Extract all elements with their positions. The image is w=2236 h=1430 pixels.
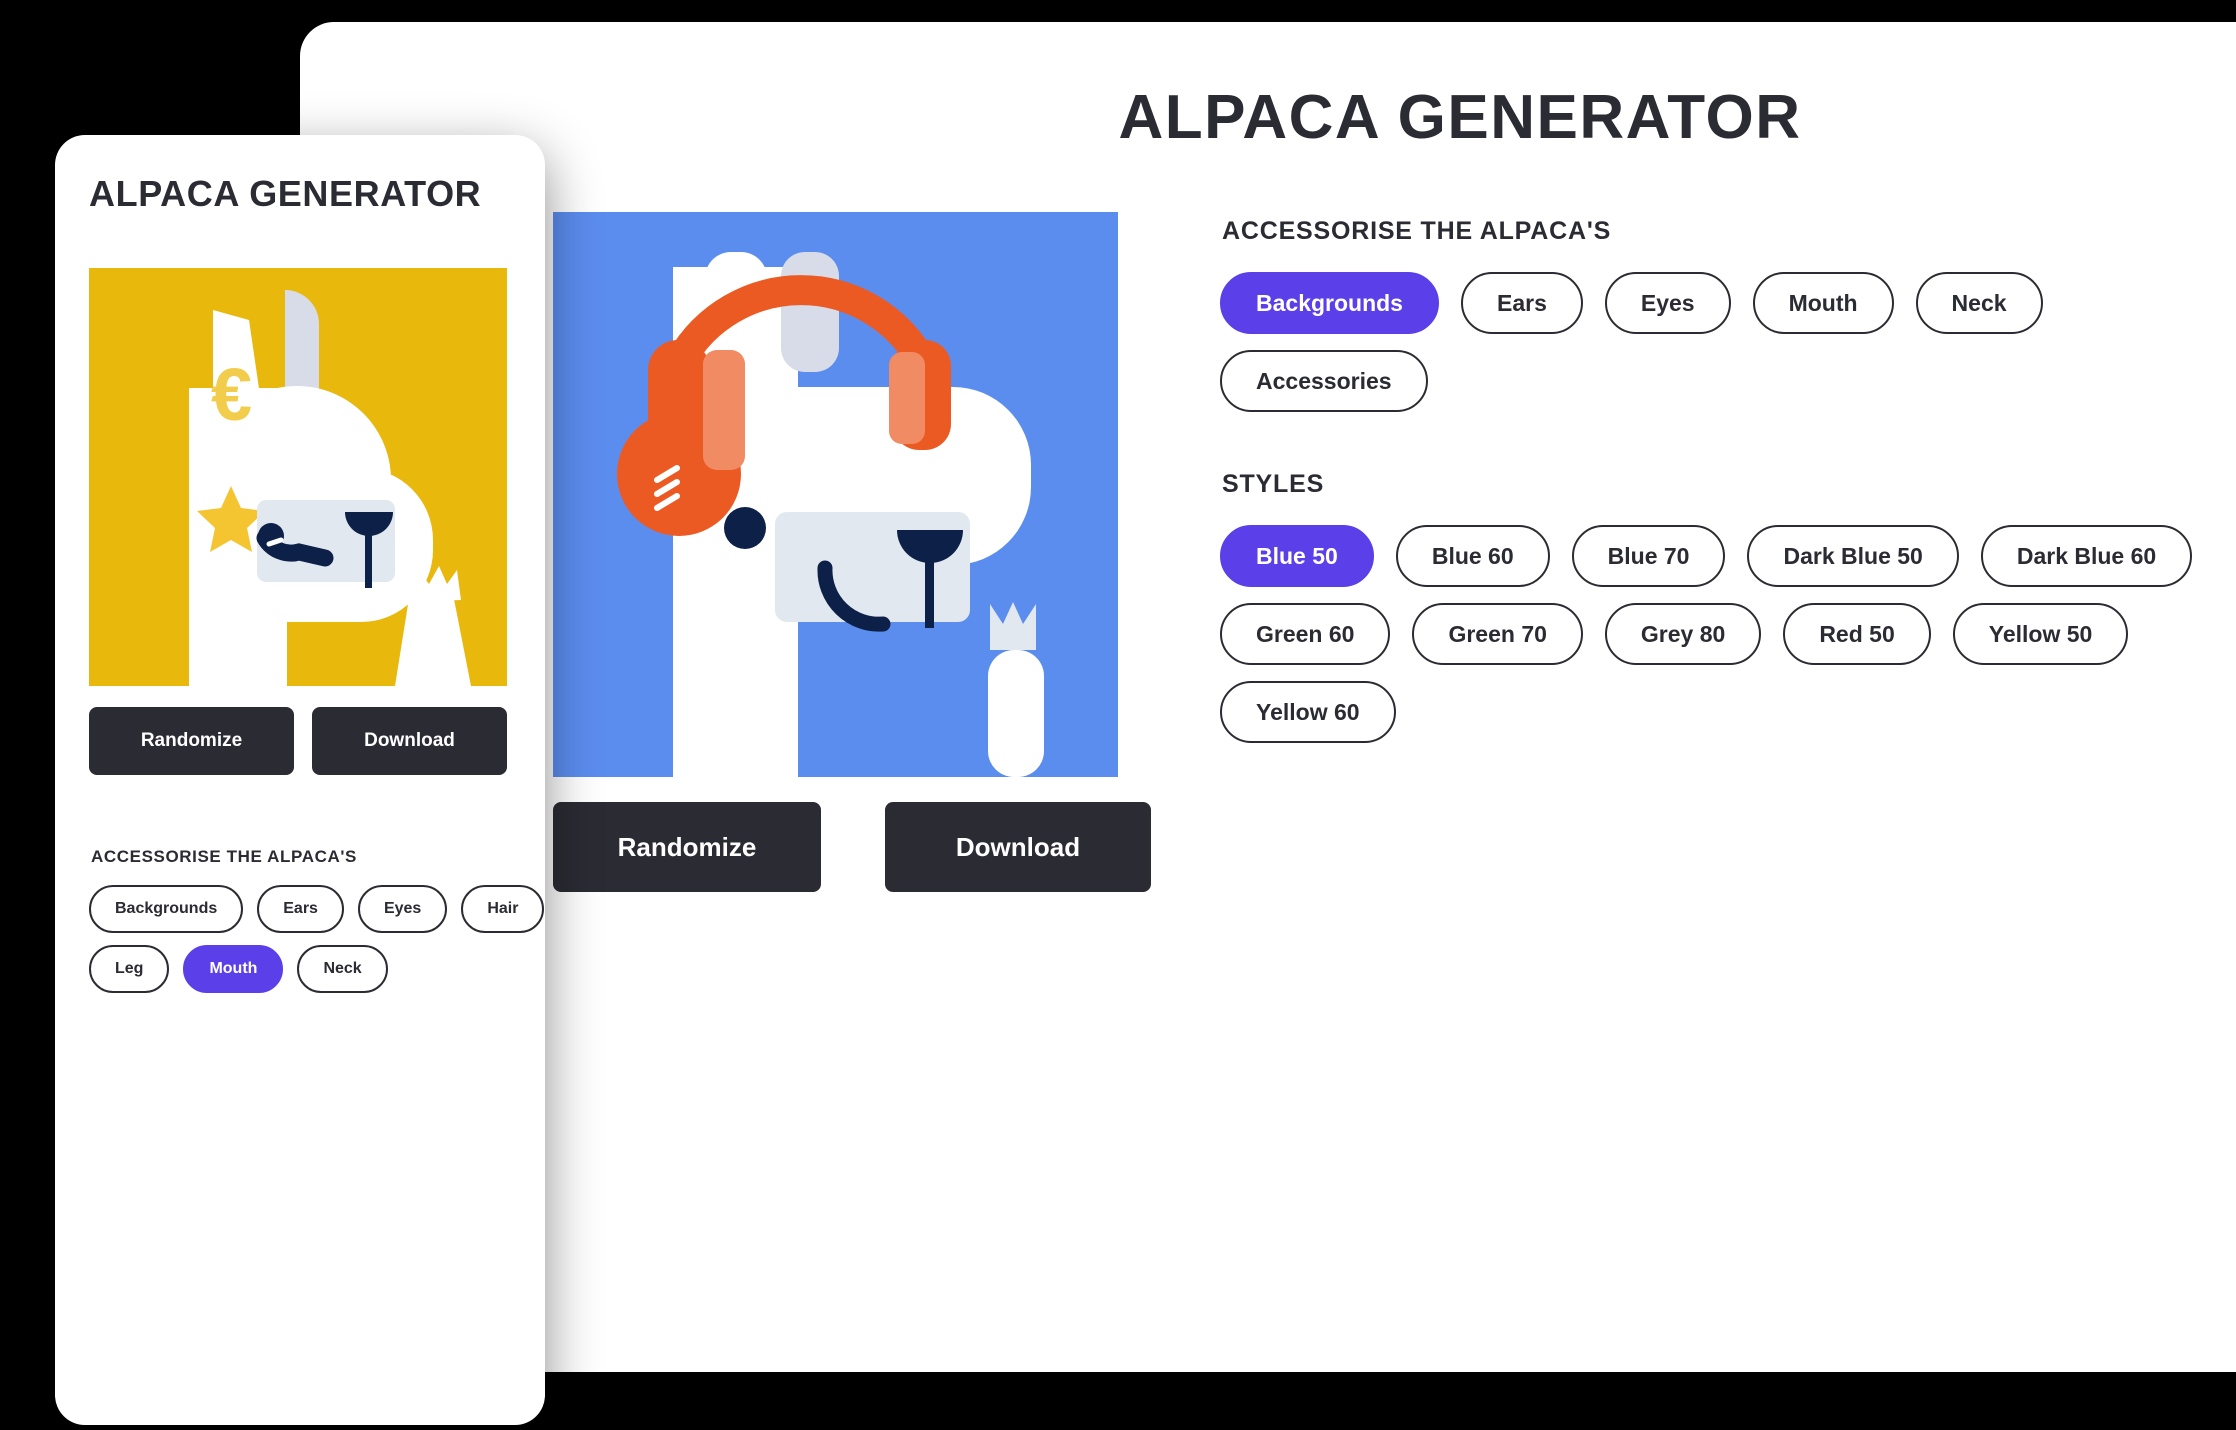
mobile-chip-hair[interactable]: Hair: [461, 885, 545, 933]
randomize-button[interactable]: Randomize: [553, 802, 821, 892]
mobile-controls-panel: ACCESSORISE THE ALPACA'S Backgrounds Ear…: [89, 847, 545, 993]
style-chip-dark-blue-50[interactable]: Dark Blue 50: [1747, 525, 1959, 587]
style-chip-blue-50[interactable]: Blue 50: [1220, 525, 1374, 587]
download-button[interactable]: Download: [885, 802, 1151, 892]
style-chip-green-60[interactable]: Green 60: [1220, 603, 1391, 665]
style-chip-blue-60[interactable]: Blue 60: [1395, 525, 1550, 587]
style-chip-blue-70[interactable]: Blue 70: [1571, 525, 1726, 587]
accessorise-heading: ACCESSORISE THE ALPACA'S: [1222, 217, 1612, 245]
mobile-page-title: ALPACA GENERATOR: [89, 173, 482, 214]
page-title: ALPACA GENERATOR: [1118, 83, 1802, 152]
mobile-action-buttons: Randomize Download: [89, 707, 507, 775]
chip-accessories[interactable]: Accessories: [1220, 350, 1428, 412]
mobile-window-card: ALPACA GENERATOR € Randomize Download AC…: [55, 135, 545, 1425]
mobile-chip-backgrounds[interactable]: Backgrounds: [89, 885, 244, 933]
style-chip-green-70[interactable]: Green 70: [1412, 603, 1583, 665]
alpaca-preview-canvas: [553, 212, 1118, 777]
accessorise-chip-group: Backgrounds Ears Eyes Mouth Neck Accesso…: [1220, 272, 2236, 412]
desktop-action-buttons: Randomize Download: [553, 802, 1151, 892]
mobile-chip-ears[interactable]: Ears: [257, 885, 344, 933]
alpaca-illustration-blue: [553, 212, 1118, 777]
chip-mouth[interactable]: Mouth: [1752, 272, 1894, 334]
screen: ALPACA GENERATOR Randomize Download ACCE…: [0, 0, 2236, 1430]
chip-eyes[interactable]: Eyes: [1604, 272, 1731, 334]
chip-backgrounds[interactable]: Backgrounds: [1220, 272, 1439, 334]
mobile-accessorise-chip-group: Backgrounds Ears Eyes Hair Leg Mouth Nec…: [89, 885, 545, 993]
style-chip-dark-blue-60[interactable]: Dark Blue 60: [1980, 525, 2193, 587]
chip-ears[interactable]: Ears: [1460, 272, 1583, 334]
mobile-chip-mouth[interactable]: Mouth: [183, 945, 284, 993]
mobile-chip-neck[interactable]: Neck: [297, 945, 388, 993]
style-chip-yellow-50[interactable]: Yellow 50: [1952, 603, 2129, 665]
alpaca-illustration-yellow: €: [89, 268, 507, 686]
mobile-randomize-button[interactable]: Randomize: [89, 707, 294, 775]
style-chip-yellow-60[interactable]: Yellow 60: [1220, 681, 1396, 743]
styles-heading: STYLES: [1222, 470, 1325, 498]
mobile-chip-leg[interactable]: Leg: [89, 945, 170, 993]
style-chip-grey-80[interactable]: Grey 80: [1604, 603, 1762, 665]
desktop-window-card: ALPACA GENERATOR Randomize Download ACCE…: [300, 22, 2236, 1372]
mobile-alpaca-preview-canvas: €: [89, 268, 507, 686]
euro-sign-icon: €: [211, 353, 252, 436]
styles-chip-group: Blue 50 Blue 60 Blue 70 Dark Blue 50 Dar…: [1220, 525, 2236, 743]
mobile-chip-eyes[interactable]: Eyes: [357, 885, 448, 933]
mobile-download-button[interactable]: Download: [312, 707, 507, 775]
chip-neck[interactable]: Neck: [1915, 272, 2043, 334]
style-chip-red-50[interactable]: Red 50: [1783, 603, 1931, 665]
mobile-accessorise-heading: ACCESSORISE THE ALPACA'S: [91, 847, 357, 866]
controls-panel: ACCESSORISE THE ALPACA'S Backgrounds Ear…: [1220, 217, 2236, 743]
